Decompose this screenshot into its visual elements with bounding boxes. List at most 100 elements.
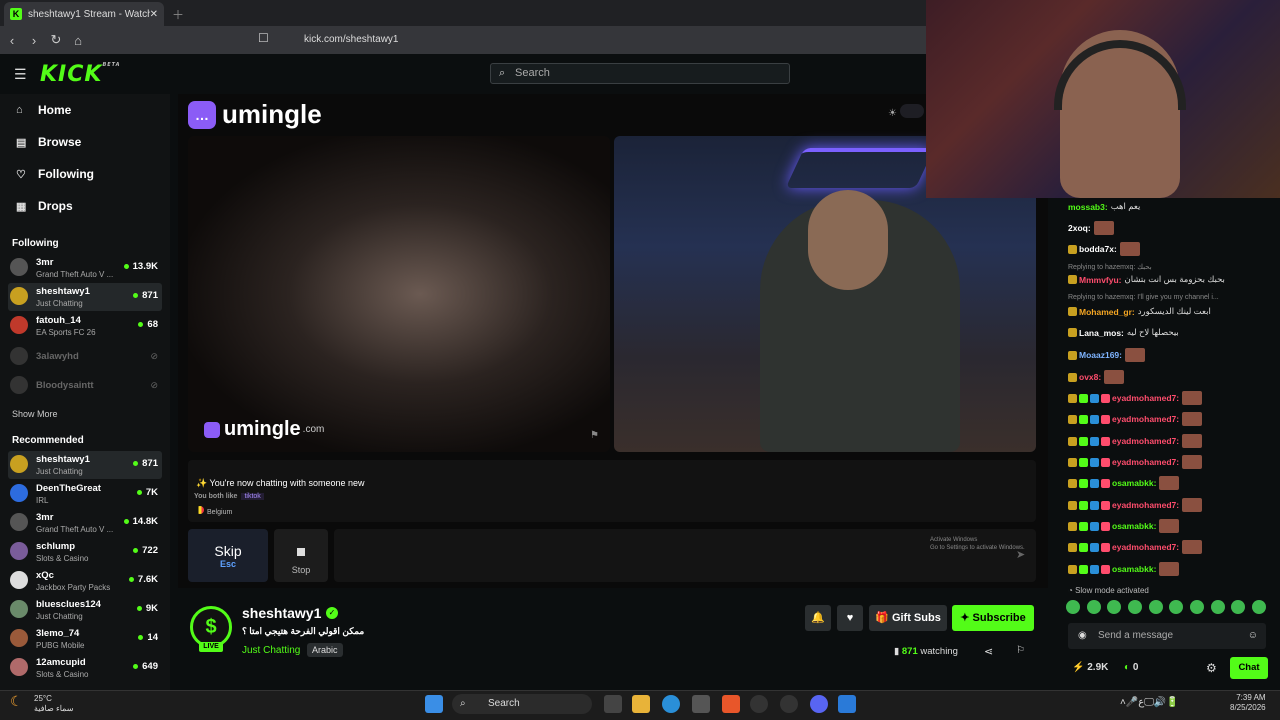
chat-username[interactable]: eyadmohamed7: [1112, 500, 1179, 510]
taskbar-search[interactable]: ⌕ Search [452, 694, 592, 714]
following-channel-3alawyhd[interactable]: 3alawyhd ⊘ [8, 343, 162, 371]
chat-username[interactable]: Mohamed_gr: [1079, 307, 1135, 317]
chat-message[interactable]: ovx8: [1068, 370, 1125, 384]
chat-message[interactable]: eyadmohamed7: [1068, 540, 1203, 554]
windows-start-icon[interactable] [425, 695, 443, 713]
chat-message[interactable]: Mmmvfyu: بحبك بحزومة بس انت بتشان [1068, 274, 1225, 285]
bookmark-icon[interactable]: ☐ [258, 31, 269, 45]
emote-icon[interactable] [1127, 600, 1142, 614]
chat-message[interactable]: eyadmohamed7: [1068, 391, 1203, 405]
emote-icon[interactable] [1066, 600, 1080, 614]
chat-username[interactable]: eyadmohamed7: [1112, 393, 1179, 403]
url-field[interactable]: kick.com/sheshtawy1 [284, 31, 924, 49]
reload-icon[interactable]: ↻ [46, 32, 66, 48]
kicks-balance[interactable]: ◐ 0 [1124, 662, 1138, 673]
recommended-channel[interactable]: bluesclues124 Just Chatting 9K [8, 596, 162, 624]
back-icon[interactable]: ‹ [2, 33, 22, 48]
recommended-channel[interactable]: 12amcupid Slots & Casino 649 [8, 654, 162, 682]
chat-message[interactable]: Lana_mos: بيحصلها لاح ليه [1068, 327, 1179, 338]
chat-username[interactable]: osamabkk: [1112, 521, 1156, 531]
notification-bell-icon[interactable]: 🔔 [805, 605, 831, 631]
gift-subs-button[interactable]: 🎁 Gift Subs [869, 605, 947, 631]
app-icon[interactable] [838, 695, 856, 713]
following-channel-bloodysaintt[interactable]: Bloodysaintt ⊘ [8, 372, 162, 400]
search-input[interactable]: ⌕ Search [490, 63, 790, 84]
emote-bar[interactable] [1066, 600, 1266, 616]
chat-message[interactable]: mossab3: يعم اهب [1068, 201, 1140, 212]
chat-message[interactable]: Mohamed_gr: ابعت لينك الديسكورد [1068, 306, 1211, 317]
emote-icon[interactable] [1086, 600, 1101, 614]
chat-username[interactable]: Moaaz169: [1079, 350, 1122, 360]
store-icon[interactable] [692, 695, 710, 713]
chat-message[interactable]: osamabkk: [1068, 519, 1180, 533]
nav-following[interactable]: ♡ Following [16, 167, 94, 181]
report-icon[interactable]: ⚐ [1016, 645, 1025, 656]
chat-username[interactable]: Lana_mos: [1079, 328, 1124, 338]
menu-icon[interactable]: ☰ [14, 66, 27, 83]
chat-username[interactable]: osamabkk: [1112, 564, 1156, 574]
app-icon[interactable] [750, 695, 768, 713]
file-explorer-icon[interactable] [632, 695, 650, 713]
emote-icon[interactable] [1107, 600, 1122, 614]
chat-message[interactable]: eyadmohamed7: [1068, 434, 1203, 448]
chat-message[interactable]: Moaaz169: [1068, 348, 1145, 362]
emote-icon[interactable] [1231, 600, 1246, 614]
chat-username[interactable]: eyadmohamed7: [1112, 436, 1179, 446]
emote-icon[interactable] [1251, 600, 1266, 614]
chat-send-button[interactable]: Chat [1230, 657, 1268, 679]
chat-message[interactable]: 2xoq: [1068, 221, 1114, 235]
chat-message[interactable]: osamabkk: [1068, 476, 1180, 490]
chat-username[interactable]: Mmmvfyu: [1079, 275, 1122, 285]
emote-icon[interactable] [1169, 600, 1184, 614]
kick-logo[interactable]: KICKBETA [40, 62, 121, 87]
share-icon[interactable]: ⋖ [984, 645, 993, 658]
channel-points[interactable]: ⚡ 2.9K [1072, 662, 1108, 673]
stream-category[interactable]: Just Chatting [242, 645, 300, 656]
chat-message-input[interactable]: ◉ Send a message ☺ [1068, 623, 1266, 649]
chat-username[interactable]: eyadmohamed7: [1112, 457, 1179, 467]
app-icon[interactable] [780, 695, 798, 713]
following-channel-3mr[interactable]: 3mr Grand Theft Auto V ... 13.9K [8, 254, 162, 282]
recommended-channel[interactable]: 3lemo_74 PUBG Mobile 14 [8, 625, 162, 653]
chat-message[interactable]: bodda7x: [1068, 242, 1140, 256]
recommended-channel[interactable]: schlump Slots & Casino 722 [8, 538, 162, 566]
chat-username[interactable]: osamabkk: [1112, 478, 1156, 488]
recommended-channel[interactable]: DeenTheGreat IRL 7K [8, 480, 162, 508]
discord-icon[interactable] [810, 695, 828, 713]
chat-username[interactable]: mossab3: [1068, 202, 1108, 212]
show-more-link[interactable]: Show More [12, 409, 58, 419]
system-tray[interactable]: ˄🎤ع🖵🔊🔋 [1120, 697, 1179, 708]
emote-icon[interactable] [1210, 600, 1225, 614]
following-channel-fatouh[interactable]: fatouh_14 EA Sports FC 26 68 [8, 312, 162, 340]
following-channel-sheshtawy1[interactable]: sheshtawy1 Just Chatting 871 [8, 283, 162, 311]
brave-icon[interactable] [722, 695, 740, 713]
chat-message[interactable]: eyadmohamed7: [1068, 498, 1203, 512]
task-view-icon[interactable] [604, 695, 622, 713]
recommended-channel[interactable]: xQc Jackbox Party Packs 7.6K [8, 567, 162, 595]
chat-username[interactable]: eyadmohamed7: [1112, 542, 1179, 552]
chat-message[interactable]: eyadmohamed7: [1068, 455, 1203, 469]
forward-icon[interactable]: › [24, 33, 44, 48]
subscribe-button[interactable]: ✦ Subscribe [952, 605, 1034, 631]
emote-icon[interactable] [1148, 600, 1163, 614]
nav-drops[interactable]: ▦ Drops [16, 199, 73, 213]
nav-home[interactable]: ⌂ Home [16, 103, 71, 117]
chat-message[interactable]: eyadmohamed7: [1068, 412, 1203, 426]
chat-message[interactable]: osamabkk: [1068, 562, 1180, 576]
nav-browse[interactable]: ▤ Browse [16, 135, 81, 149]
browser-tab[interactable]: K sheshtawy1 Stream - Watch L ✕ [4, 2, 164, 26]
weather-widget[interactable]: ☾ 25°C سماء صافية [10, 694, 74, 714]
new-tab-button[interactable]: ＋ [172, 6, 184, 23]
chat-username[interactable]: 2xoq: [1068, 223, 1091, 233]
recommended-channel[interactable]: sheshtawy1 Just Chatting 871 [8, 451, 162, 479]
chat-username[interactable]: bodda7x: [1079, 244, 1117, 254]
taskbar-clock[interactable]: 7:39 AM 8/25/2026 [1230, 693, 1266, 713]
emoji-icon[interactable]: ☺ [1248, 623, 1258, 649]
language-tag[interactable]: Arabic [307, 643, 343, 657]
emote-icon[interactable] [1189, 600, 1204, 614]
channel-name[interactable]: sheshtawy1 [242, 605, 321, 621]
chat-username[interactable]: eyadmohamed7: [1112, 414, 1179, 424]
recommended-channel[interactable]: 3mr Grand Theft Auto V ... 14.8K [8, 509, 162, 537]
follow-heart-icon[interactable]: ♥ [837, 605, 863, 631]
home-icon[interactable]: ⌂ [68, 33, 88, 48]
